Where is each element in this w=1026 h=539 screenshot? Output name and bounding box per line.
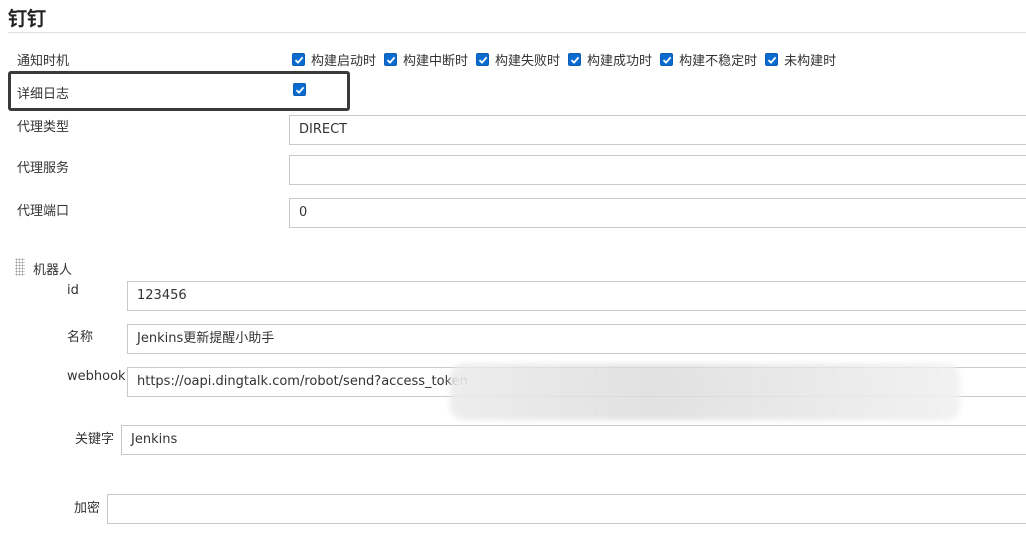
drag-handle-icon[interactable] <box>15 258 25 276</box>
proxy-server-input[interactable] <box>289 155 1026 185</box>
robot-webhook-label: webhook <box>67 369 126 384</box>
title-divider <box>8 32 1026 33</box>
robot-name-label: 名称 <box>67 330 94 345</box>
robot-keyword-label: 关键字 <box>75 432 115 447</box>
verbose-label: 详细日志 <box>17 87 70 102</box>
notify-option-start[interactable]: 构建启动时 <box>292 50 376 69</box>
verbose-checkbox[interactable] <box>293 83 306 96</box>
notify-option-unstable[interactable]: 构建不稳定时 <box>660 50 757 69</box>
section-title: 钉钉 <box>8 8 47 30</box>
checkbox-checked-icon[interactable] <box>476 53 490 66</box>
checkbox-checked-icon[interactable] <box>765 53 779 66</box>
proxy-type-select[interactable]: DIRECT <box>289 115 1026 145</box>
robot-name-input[interactable]: Jenkins更新提醒小助手 <box>127 324 1026 354</box>
robot-secret-input[interactable] <box>107 494 1026 524</box>
checkmark-icon <box>295 86 304 94</box>
robot-keyword-input[interactable]: Jenkins <box>121 425 1026 455</box>
checkbox-checked-icon[interactable] <box>292 53 305 66</box>
proxy-server-label: 代理服务 <box>17 161 70 176</box>
checkbox-checked-icon[interactable] <box>660 53 674 66</box>
notify-label: 通知时机 <box>17 54 70 69</box>
robot-secret-label: 加密 <box>74 501 101 516</box>
proxy-type-label: 代理类型 <box>17 120 70 135</box>
notify-option-failure[interactable]: 构建失败时 <box>476 50 560 69</box>
notify-options: 构建启动时 构建中断时 构建失败时 构建成功时 构建不稳定时 未构建时 <box>292 50 844 69</box>
checkbox-checked-icon[interactable] <box>568 53 582 66</box>
checkbox-checked-icon[interactable] <box>384 53 398 66</box>
proxy-port-input[interactable]: 0 <box>289 198 1026 228</box>
proxy-port-label: 代理端口 <box>17 204 70 219</box>
redaction-blur <box>450 364 960 420</box>
notify-option-success[interactable]: 构建成功时 <box>568 50 652 69</box>
notify-option-not-built[interactable]: 未构建时 <box>765 50 836 69</box>
robot-id-label: id <box>67 283 79 298</box>
robot-label: 机器人 <box>33 263 73 278</box>
robot-id-input[interactable]: 123456 <box>127 281 1026 311</box>
notify-option-abort[interactable]: 构建中断时 <box>384 50 468 69</box>
